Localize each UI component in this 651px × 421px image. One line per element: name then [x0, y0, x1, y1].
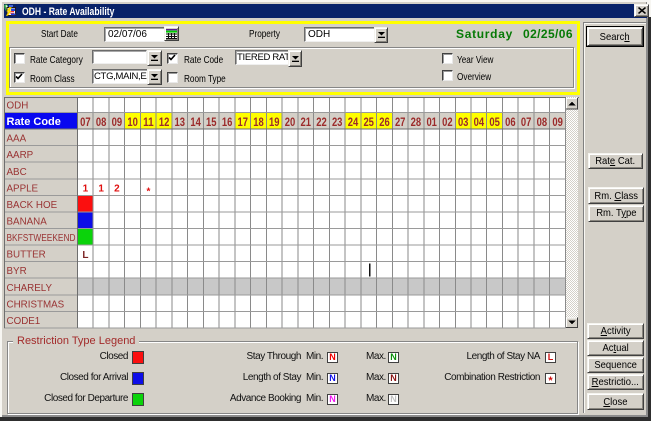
svg-text:05: 05 — [489, 115, 500, 129]
svg-text:04: 04 — [474, 115, 485, 129]
svg-text:23: 23 — [332, 115, 343, 129]
svg-text:24: 24 — [348, 115, 359, 129]
svg-text:01: 01 — [426, 115, 437, 129]
svg-text:25: 25 — [363, 115, 374, 129]
svg-text:2: 2 — [114, 183, 120, 194]
svg-text:L: L — [82, 250, 88, 261]
svg-text:03: 03 — [458, 115, 469, 129]
svg-text:CHARELY: CHARELY — [7, 283, 53, 294]
svg-text:BYR: BYR — [7, 266, 27, 277]
svg-text:11: 11 — [143, 115, 154, 129]
svg-text:BUTTER: BUTTER — [7, 250, 46, 261]
svg-text:CODE1: CODE1 — [7, 316, 41, 327]
svg-text:09: 09 — [112, 115, 123, 129]
svg-text:CHRISTMAS: CHRISTMAS — [7, 299, 65, 310]
svg-text:APPLE: APPLE — [7, 183, 39, 194]
svg-text:15: 15 — [206, 115, 217, 129]
svg-text:AAA: AAA — [7, 134, 27, 145]
svg-text:18: 18 — [253, 115, 264, 129]
svg-text:22: 22 — [316, 115, 327, 129]
svg-text:26: 26 — [379, 115, 390, 129]
svg-text:1: 1 — [83, 183, 89, 194]
svg-text:1: 1 — [98, 183, 104, 194]
svg-text:13: 13 — [175, 115, 186, 129]
svg-text:BKFSTWEEKEND: BKFSTWEEKEND — [7, 233, 76, 244]
svg-text:20: 20 — [285, 115, 296, 129]
svg-text:08: 08 — [537, 115, 548, 129]
svg-text:08: 08 — [96, 115, 107, 129]
svg-text:12: 12 — [159, 115, 170, 129]
svg-text:ABC: ABC — [7, 167, 27, 178]
svg-text:14: 14 — [190, 115, 201, 129]
svg-text:07: 07 — [521, 115, 532, 129]
svg-text:17: 17 — [238, 115, 249, 129]
svg-text:16: 16 — [222, 115, 233, 129]
svg-text:02: 02 — [442, 115, 453, 129]
svg-text:AARP: AARP — [7, 150, 34, 161]
svg-text:28: 28 — [411, 115, 422, 129]
svg-text:06: 06 — [505, 115, 516, 129]
svg-text:ODH: ODH — [7, 101, 29, 112]
svg-text:Rate Code: Rate Code — [7, 116, 61, 128]
svg-text:10: 10 — [127, 115, 138, 129]
svg-text:09: 09 — [552, 115, 563, 129]
svg-text:19: 19 — [269, 115, 280, 129]
svg-text:BACK HOE: BACK HOE — [7, 200, 58, 211]
svg-text:21: 21 — [301, 115, 312, 129]
svg-text:27: 27 — [395, 115, 406, 129]
svg-text:*: * — [146, 186, 150, 197]
svg-text:BANANA: BANANA — [7, 217, 48, 228]
svg-text:07: 07 — [80, 115, 91, 129]
